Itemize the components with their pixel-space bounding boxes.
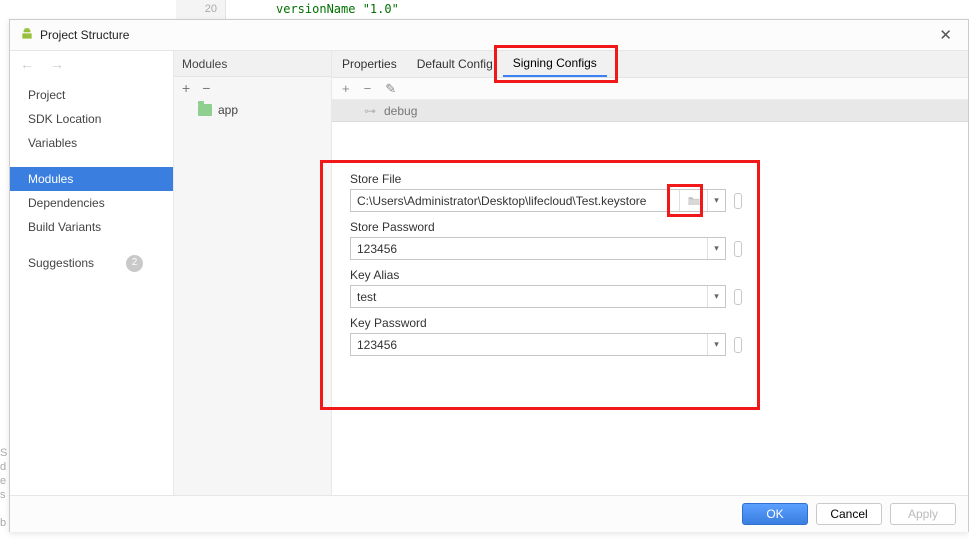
dialog-footer: OK Cancel Apply xyxy=(10,496,968,532)
store-file-dropdown[interactable]: ▾ xyxy=(707,190,725,211)
editor-gutter: 20 xyxy=(176,0,226,19)
tabs-row: Properties Default Config Signing Config… xyxy=(332,51,968,78)
key-password-clear[interactable] xyxy=(734,337,742,353)
store-file-clear[interactable] xyxy=(734,193,742,209)
store-password-combo: ▾ xyxy=(350,237,726,260)
sidebar-item-label: Suggestions xyxy=(28,251,94,275)
store-file-input[interactable] xyxy=(351,190,679,211)
config-row-debug[interactable]: ⊶ debug xyxy=(332,100,968,122)
modules-header: Modules xyxy=(174,51,331,77)
key-password-label: Key Password xyxy=(350,316,950,330)
suggestions-badge: 2 xyxy=(126,255,143,272)
sidebar-item-suggestions[interactable]: Suggestions 2 xyxy=(10,251,173,275)
android-icon xyxy=(20,27,34,44)
modules-column: Modules + − app xyxy=(174,51,332,495)
tab-default-config[interactable]: Default Config xyxy=(407,51,503,77)
main-column: Properties Default Config Signing Config… xyxy=(332,51,968,495)
titlebar: Project Structure ✕ xyxy=(10,20,968,50)
browse-file-button[interactable] xyxy=(679,190,707,211)
key-alias-dropdown[interactable]: ▾ xyxy=(707,286,725,307)
sidebar-item-build-variants[interactable]: Build Variants xyxy=(10,215,173,239)
dialog-body: ← → Project SDK Location Variables Modul… xyxy=(10,50,968,496)
sidebar: ← → Project SDK Location Variables Modul… xyxy=(10,51,174,495)
field-key-password: Key Password ▾ xyxy=(350,316,950,356)
store-password-clear[interactable] xyxy=(734,241,742,257)
key-alias-combo: ▾ xyxy=(350,285,726,308)
dialog-title: Project Structure xyxy=(40,28,129,42)
field-store-password: Store Password ▾ xyxy=(350,220,950,260)
editor-code-fragment: versionName "1.0" xyxy=(226,0,399,19)
sidebar-item-sdk-location[interactable]: SDK Location xyxy=(10,107,173,131)
module-item-app[interactable]: app xyxy=(174,99,331,121)
sidebar-list: Project SDK Location Variables Modules D… xyxy=(10,77,173,275)
key-password-combo: ▾ xyxy=(350,333,726,356)
cancel-button[interactable]: Cancel xyxy=(816,503,882,525)
key-alias-clear[interactable] xyxy=(734,289,742,305)
project-structure-dialog: Project Structure ✕ ← → Project SDK Loca… xyxy=(9,19,969,532)
close-button[interactable]: ✕ xyxy=(933,26,958,44)
tab-signing-configs[interactable]: Signing Configs xyxy=(503,51,607,77)
nav-arrows: ← → xyxy=(10,51,173,77)
sidebar-item-dependencies[interactable]: Dependencies xyxy=(10,191,173,215)
add-config-button[interactable]: + xyxy=(342,81,350,96)
key-password-dropdown[interactable]: ▾ xyxy=(707,334,725,355)
folder-icon xyxy=(198,104,212,116)
config-toolbar: + − xyxy=(332,78,968,100)
key-icon: ⊶ xyxy=(364,104,376,118)
nav-back-icon[interactable]: ← xyxy=(20,56,34,72)
key-alias-label: Key Alias xyxy=(350,268,950,282)
modules-toolbar: + − xyxy=(174,77,331,99)
key-password-input[interactable] xyxy=(351,334,707,355)
store-password-label: Store Password xyxy=(350,220,950,234)
sidebar-item-modules[interactable]: Modules xyxy=(10,167,173,191)
config-row-label: debug xyxy=(384,104,417,118)
remove-config-button[interactable]: − xyxy=(364,81,372,96)
tab-properties[interactable]: Properties xyxy=(332,51,407,77)
key-alias-input[interactable] xyxy=(351,286,707,307)
store-password-input[interactable] xyxy=(351,238,707,259)
module-item-label: app xyxy=(218,103,238,117)
apply-button[interactable]: Apply xyxy=(890,503,956,525)
add-module-button[interactable]: + xyxy=(182,81,190,95)
field-key-alias: Key Alias ▾ xyxy=(350,268,950,308)
sidebar-item-variables[interactable]: Variables xyxy=(10,131,173,155)
nav-forward-icon[interactable]: → xyxy=(50,56,64,72)
edit-config-button[interactable] xyxy=(385,81,396,97)
remove-module-button[interactable]: − xyxy=(202,81,210,95)
field-store-file: Store File ▾ xyxy=(350,172,950,212)
store-file-combo: ▾ xyxy=(350,189,726,212)
store-file-label: Store File xyxy=(350,172,950,186)
store-password-dropdown[interactable]: ▾ xyxy=(707,238,725,259)
ok-button[interactable]: OK xyxy=(742,503,808,525)
form-area: Store File ▾ Store Password xyxy=(332,122,968,495)
sidebar-item-project[interactable]: Project xyxy=(10,83,173,107)
